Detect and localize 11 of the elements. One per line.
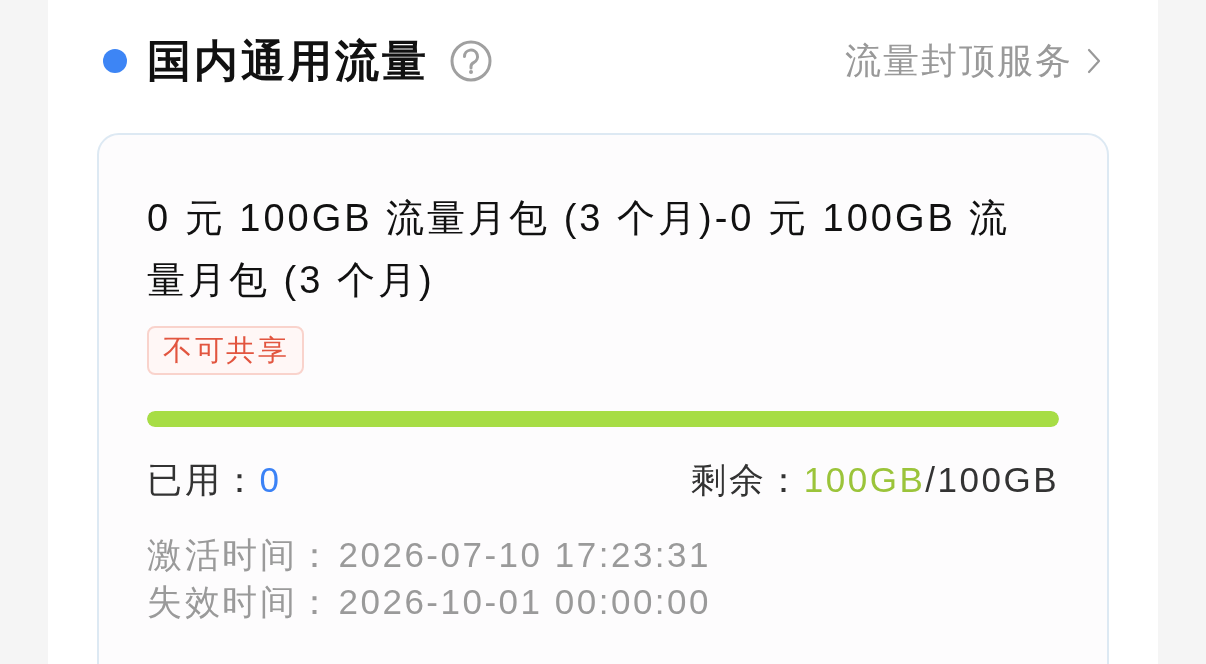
section-title: 国内通用流量 — [147, 36, 429, 86]
section-marker-dot-icon — [103, 49, 127, 73]
remaining-amount: 剩余：100GB/100GB — [691, 459, 1059, 501]
date-line: 激活时间：2026-07-10 17:23:31 — [147, 534, 712, 576]
help-icon[interactable] — [450, 40, 492, 82]
used-amount: 已用：0 — [147, 459, 282, 501]
package-name: 0 元 100GB 流量月包 (3 个月)-0 元 100GB 流量月包 (3 个月) — [147, 196, 1012, 303]
sharing-tag: 不可共享 — [147, 326, 304, 375]
date-line: 失效时间：2026-10-01 00:00:00 — [147, 581, 712, 623]
service-link[interactable]: 流量封顶服务 — [845, 34, 1101, 88]
chevron-right-icon — [1087, 48, 1101, 74]
